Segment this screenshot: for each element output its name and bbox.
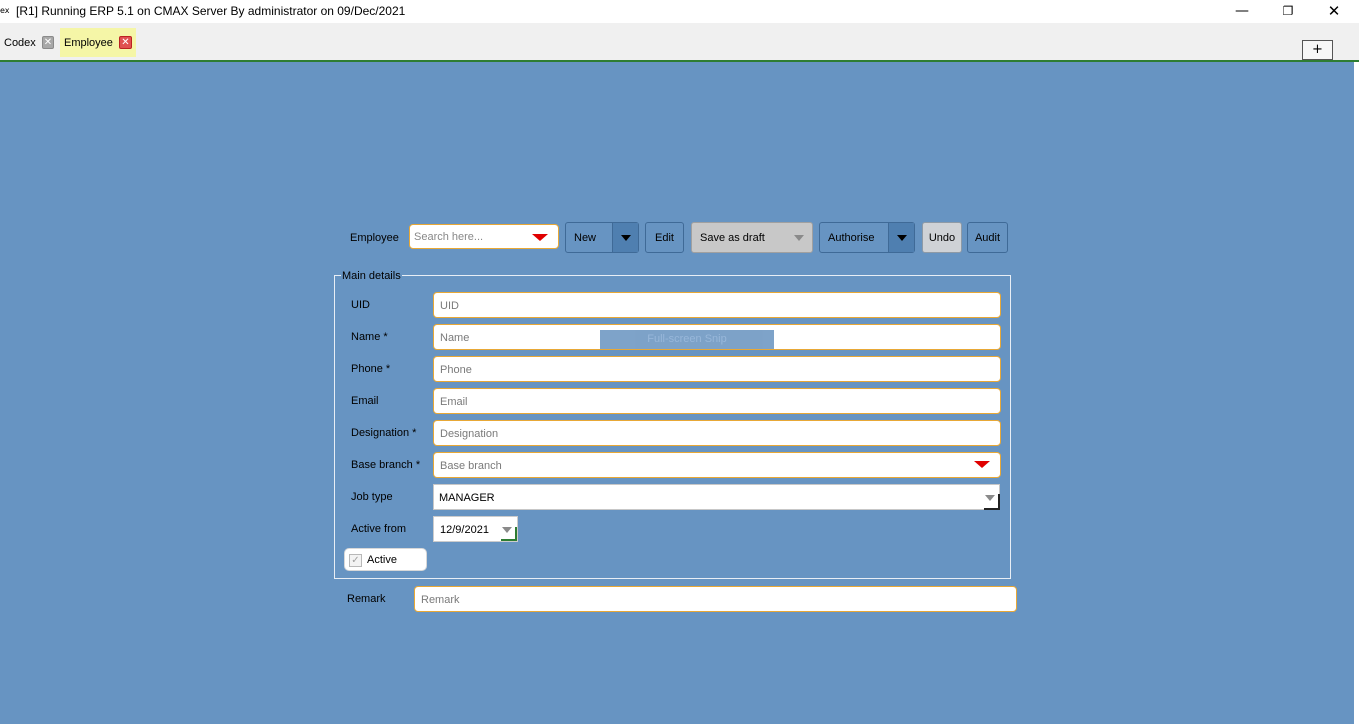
window-title: [R1] Running ERP 5.1 on CMAX Server By a… [16, 4, 406, 18]
active-from-label: Active from [351, 523, 407, 535]
calendar-dropdown-icon[interactable] [502, 527, 512, 533]
active-from-date-picker[interactable]: 12/9/2021 [433, 516, 518, 542]
remark-label: Remark [347, 593, 386, 605]
save-draft-dropdown-toggle[interactable] [786, 223, 812, 252]
uid-input[interactable] [440, 297, 970, 314]
phone-input[interactable] [440, 361, 970, 378]
new-button[interactable]: New [565, 222, 639, 253]
remark-input[interactable] [421, 591, 1001, 608]
employee-search[interactable] [409, 224, 559, 249]
tab-label: Codex [4, 36, 36, 49]
scrollbar-track[interactable] [1354, 62, 1359, 724]
base-branch-input[interactable] [440, 457, 970, 474]
tab-bar: Codex ✕ Employee ✕ + [0, 23, 1359, 62]
title-bar: ex [R1] Running ERP 5.1 on CMAX Server B… [0, 0, 1359, 23]
authorise-label: Authorise [828, 231, 875, 244]
uid-label: UID [351, 299, 370, 311]
designation-field[interactable] [433, 420, 1001, 446]
employee-label: Employee [350, 232, 399, 244]
main-details-legend: Main details [341, 270, 402, 282]
email-label: Email [351, 395, 379, 407]
active-checkbox[interactable]: ✓ [349, 554, 362, 567]
email-field[interactable] [433, 388, 1001, 414]
base-branch-label: Base branch * [351, 459, 421, 471]
close-icon[interactable]: ✕ [1311, 0, 1357, 23]
job-type-select[interactable]: MANAGER [433, 484, 1000, 510]
tab-codex[interactable]: Codex ✕ [0, 28, 58, 57]
undo-button[interactable]: Undo [922, 222, 962, 253]
active-label: Active [367, 554, 397, 566]
restore-icon[interactable]: ❐ [1265, 0, 1311, 23]
tab-employee[interactable]: Employee ✕ [60, 28, 136, 57]
app-icon: ex [0, 6, 10, 15]
minimize-icon[interactable]: — [1219, 0, 1265, 23]
chevron-down-icon [794, 234, 804, 241]
base-branch-field[interactable] [433, 452, 1001, 478]
designation-input[interactable] [440, 425, 970, 442]
new-dropdown-toggle[interactable] [612, 223, 638, 252]
dropdown-arrow-icon[interactable] [974, 461, 990, 468]
job-type-label: Job type [351, 491, 393, 503]
snip-overlay-text: Full-screen Snip [600, 330, 774, 349]
save-as-draft-button[interactable]: Save as draft [691, 222, 813, 253]
save-as-draft-label: Save as draft [700, 231, 765, 244]
uid-field[interactable] [433, 292, 1001, 318]
remark-field[interactable] [414, 586, 1017, 612]
chevron-down-icon [620, 234, 631, 241]
active-from-value: 12/9/2021 [440, 524, 489, 536]
new-button-label: New [574, 231, 597, 244]
audit-button[interactable]: Audit [967, 222, 1008, 253]
active-checkbox-wrap[interactable]: ✓ Active [344, 548, 427, 571]
add-tab-button[interactable]: + [1302, 40, 1333, 60]
designation-label: Designation * [351, 427, 417, 439]
dropdown-arrow-icon[interactable] [532, 234, 548, 241]
close-tab-icon[interactable]: ✕ [118, 36, 132, 49]
close-tab-icon[interactable]: ✕ [41, 36, 54, 49]
phone-field[interactable] [433, 356, 1001, 382]
authorise-dropdown-toggle[interactable] [888, 223, 914, 252]
employee-search-input[interactable] [414, 228, 524, 245]
name-label: Name * [351, 331, 388, 343]
edit-button[interactable]: Edit [645, 222, 684, 253]
chevron-down-icon [985, 495, 995, 501]
email-input[interactable] [440, 393, 970, 410]
job-type-value: MANAGER [439, 492, 495, 504]
tab-label: Employee [64, 36, 113, 49]
authorise-button[interactable]: Authorise [819, 222, 915, 253]
phone-label: Phone * [351, 363, 391, 375]
chevron-down-icon [896, 234, 907, 241]
